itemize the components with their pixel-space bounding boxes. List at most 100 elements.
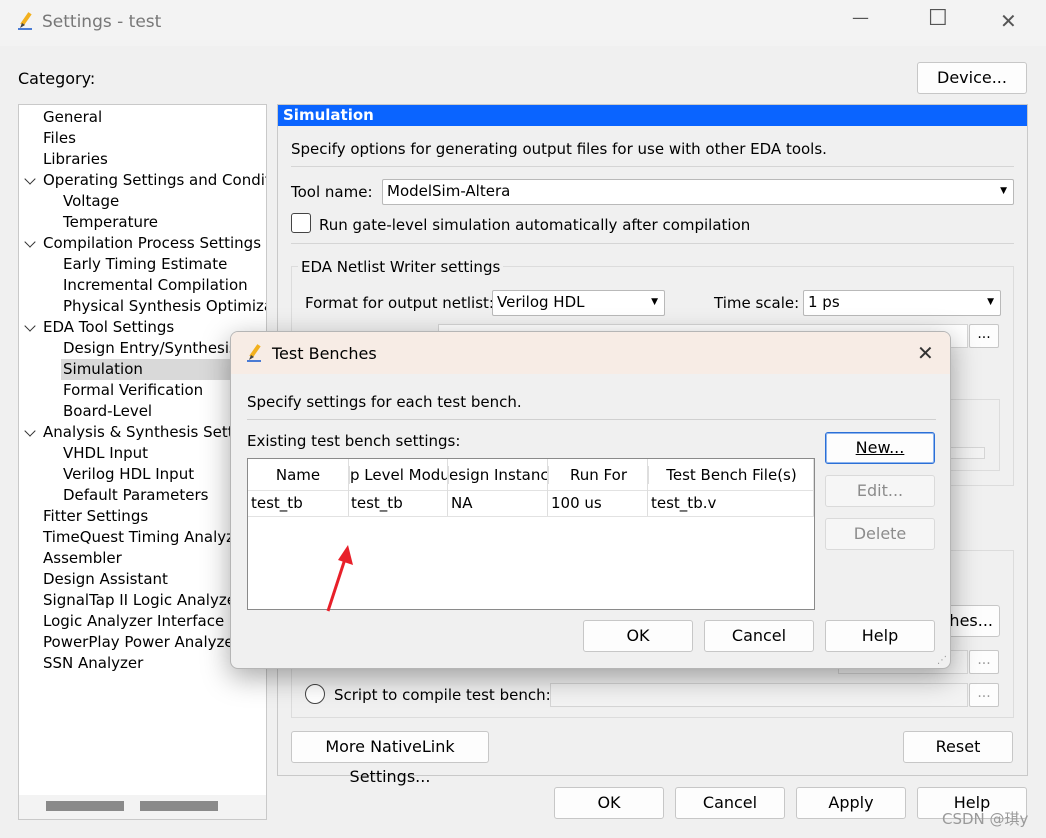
tree-item[interactable]: Voltage (63, 191, 119, 212)
script-label[interactable]: Script to compile test bench: (334, 686, 551, 704)
script-radio[interactable] (305, 684, 325, 704)
cancel-button[interactable]: Cancel (675, 787, 785, 819)
divider (247, 419, 936, 420)
window-title: Settings - test (42, 12, 162, 32)
expand-chevron-icon[interactable] (24, 173, 36, 185)
cell-top-level-module: test_tb (351, 494, 403, 512)
tree-item[interactable]: Board-Level (63, 401, 152, 422)
dialog-cancel-button[interactable]: Cancel (704, 620, 814, 652)
cell-run-for: 100 us (551, 494, 602, 512)
tree-item[interactable]: Formal Verification (63, 380, 203, 401)
table-header: Name p Level Modu esign Instanc Run For … (248, 459, 814, 491)
dialog-help-button[interactable]: Help (825, 620, 935, 652)
dropdown-arrow-icon: ▼ (1000, 186, 1007, 196)
tree-item[interactable]: Fitter Settings (43, 506, 148, 527)
device-button[interactable]: Device... (917, 62, 1027, 94)
reset-button[interactable]: Reset (903, 731, 1013, 763)
tree-item[interactable]: VHDL Input (63, 443, 148, 464)
column-header-run-for[interactable]: Run For (548, 466, 648, 484)
maximize-button[interactable]: ☐ (928, 6, 948, 31)
expand-chevron-icon[interactable] (24, 425, 36, 437)
tree-item[interactable]: Physical Synthesis Optimizati (63, 296, 266, 317)
format-select[interactable]: Verilog HDL ▼ (492, 290, 665, 316)
table-row[interactable]: test_tb test_tb NA 100 us test_tb.v (248, 491, 814, 517)
tree-item[interactable]: General (43, 107, 102, 128)
column-header-name[interactable]: Name (248, 466, 348, 484)
tool-name-label: Tool name: (291, 183, 373, 201)
test-benches-dialog: Test Benches ✕ Specify settings for each… (230, 331, 951, 669)
column-header-design-instance[interactable]: esign Instanc (448, 466, 548, 484)
minimize-button[interactable]: — (852, 8, 869, 28)
tree-item-label: PowerPlay Power Analyzer (43, 633, 240, 651)
tree-item[interactable]: Analysis & Synthesis Settin (43, 422, 247, 443)
tree-item[interactable]: Design Assistant (43, 569, 168, 590)
tree-item-label: EDA Tool Settings (43, 318, 175, 336)
tree-item[interactable]: SignalTap II Logic Analyze (43, 590, 236, 611)
column-header-top-level-module[interactable]: p Level Modu (349, 466, 448, 484)
resize-grip-icon[interactable]: ⋰ (937, 655, 947, 666)
tree-item[interactable]: Temperature (63, 212, 158, 233)
script-path-field[interactable] (550, 683, 968, 707)
script-browse-button[interactable]: ... (969, 683, 999, 707)
run-gate-level-checkbox[interactable] (291, 213, 311, 233)
tree-item-label: Fitter Settings (43, 507, 149, 525)
tree-item[interactable]: Verilog HDL Input (63, 464, 194, 485)
tool-name-select[interactable]: ModelSim-Altera ▼ (382, 179, 1014, 205)
timescale-select[interactable]: 1 ps ▼ (803, 290, 1001, 316)
tree-item-label: Files (43, 129, 76, 147)
watermark: CSDN @琪y (942, 810, 1029, 828)
tree-item-label: Simulation (63, 360, 143, 378)
tree-item-label: TimeQuest Timing Analyz (43, 528, 235, 546)
tree-item-label: General (43, 108, 103, 126)
divider (291, 166, 1014, 167)
dialog-ok-button[interactable]: OK (583, 620, 693, 652)
tree-item[interactable]: SSN Analyzer (43, 653, 143, 674)
tree-item[interactable]: EDA Tool Settings (43, 317, 174, 338)
panel-header: Simulation (278, 105, 1027, 126)
expand-chevron-icon[interactable] (24, 320, 36, 332)
scroll-thumb-left[interactable] (46, 801, 124, 811)
tree-item[interactable]: Design Entry/Synthesis (63, 338, 237, 359)
timescale-value: 1 ps (808, 293, 840, 311)
dropdown-arrow-icon: ▼ (987, 297, 994, 307)
cell-name: test_tb (251, 494, 303, 512)
tree-item[interactable]: Operating Settings and Conditic (43, 170, 267, 191)
apply-button[interactable]: Apply (796, 787, 906, 819)
dialog-description: Specify settings for each test bench. (247, 393, 522, 411)
tree-item-label: SignalTap II Logic Analyze (43, 591, 236, 609)
tree-item-label: Design Assistant (43, 570, 168, 588)
tree-item[interactable]: Logic Analyzer Interface (43, 611, 224, 632)
tree-item[interactable]: Default Parameters (63, 485, 208, 506)
tree-item-label: Formal Verification (63, 381, 204, 399)
tree-item-label: Compilation Process Settings (43, 234, 262, 252)
run-gate-level-label[interactable]: Run gate-level simulation automatically … (319, 216, 750, 234)
dialog-close-button[interactable]: ✕ (917, 341, 934, 365)
tree-item-label: Analysis & Synthesis Settin (43, 423, 248, 441)
tree-item[interactable]: Incremental Compilation (63, 275, 248, 296)
red-arrow-annotation (326, 545, 353, 612)
tree-item[interactable]: Files (43, 128, 76, 149)
close-window-button[interactable]: ✕ (1000, 9, 1017, 33)
tree-item-label: Default Parameters (63, 486, 209, 504)
panel-description: Specify options for generating output fi… (291, 140, 827, 158)
more-nativelink-button[interactable]: More NativeLink Settings... (291, 731, 489, 786)
tree-item[interactable]: TimeQuest Timing Analyz (43, 527, 234, 548)
tree-item[interactable]: Compilation Process Settings (43, 233, 261, 254)
scroll-thumb-right[interactable] (140, 801, 218, 811)
test-bench-table[interactable]: Name p Level Modu esign Instanc Run For … (247, 458, 815, 612)
tree-item-label: Incremental Compilation (63, 276, 248, 294)
tree-item[interactable]: Early Timing Estimate (63, 254, 227, 275)
tree-scrollbar[interactable] (19, 795, 266, 819)
column-header-files[interactable]: Test Bench File(s) (648, 466, 814, 484)
ok-button[interactable]: OK (554, 787, 664, 819)
output-dir-browse-button[interactable]: ... (969, 324, 999, 348)
tree-item[interactable]: PowerPlay Power Analyzer (43, 632, 240, 653)
edit-button[interactable]: Edit... (825, 475, 935, 507)
tree-item[interactable]: Assembler (43, 548, 122, 569)
tree-item-label: Operating Settings and Conditic (43, 171, 267, 189)
delete-button[interactable]: Delete (825, 518, 935, 550)
tree-item[interactable]: Libraries (43, 149, 108, 170)
new-button[interactable]: New... (825, 432, 935, 464)
tree-item-label: SSN Analyzer (43, 654, 144, 672)
expand-chevron-icon[interactable] (24, 236, 36, 248)
